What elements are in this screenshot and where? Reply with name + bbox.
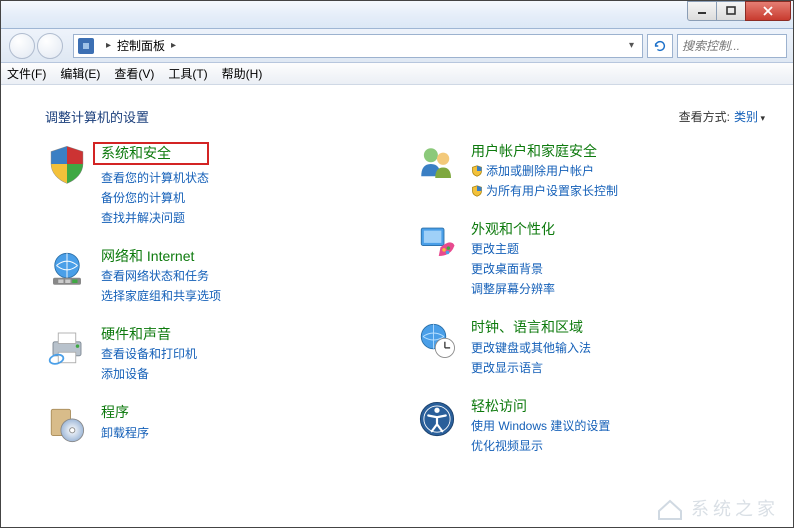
sublink[interactable]: 为所有用户设置家长控制 [471, 182, 618, 200]
link-system-security[interactable]: 系统和安全 [101, 145, 171, 161]
address-dropdown[interactable]: ▾ [625, 40, 638, 51]
sublink[interactable]: 查看网络状态和任务 [101, 267, 221, 285]
link-programs[interactable]: 程序 [101, 403, 149, 421]
search-input[interactable] [682, 39, 794, 53]
column-left: 系统和安全 查看您的计算机状态 备份您的计算机 查找并解决问题 [45, 142, 355, 455]
navigation-toolbar: ▸ 控制面板 ▸ ▾ [1, 29, 793, 63]
view-by-label: 查看方式: [679, 108, 730, 125]
sublink[interactable]: 查看您的计算机状态 [101, 169, 209, 187]
sublink[interactable]: 查看设备和打印机 [101, 345, 197, 363]
link-ease[interactable]: 轻松访问 [471, 397, 610, 415]
sublink[interactable]: 调整屏幕分辨率 [471, 280, 555, 298]
sublink[interactable]: 使用 Windows 建议的设置 [471, 417, 610, 435]
category-system-security: 系统和安全 查看您的计算机状态 备份您的计算机 查找并解决问题 [45, 142, 355, 227]
view-by[interactable]: 查看方式: 类别 [679, 108, 765, 125]
category-programs: 程序 卸载程序 [45, 403, 355, 447]
link-users[interactable]: 用户帐户和家庭安全 [471, 142, 618, 160]
maximize-button[interactable] [716, 1, 746, 21]
disc-box-icon [45, 403, 89, 447]
category-ease: 轻松访问 使用 Windows 建议的设置 优化视频显示 [415, 397, 725, 455]
refresh-button[interactable] [647, 34, 673, 58]
sublink[interactable]: 查找并解决问题 [101, 209, 209, 227]
link-network[interactable]: 网络和 Internet [101, 247, 221, 265]
category-hardware: 硬件和声音 查看设备和打印机 添加设备 [45, 325, 355, 383]
breadcrumb-location[interactable]: 控制面板 [117, 37, 165, 54]
uac-shield-icon [471, 185, 483, 197]
window-titlebar [1, 1, 793, 29]
sublink[interactable]: 选择家庭组和共享选项 [101, 287, 221, 305]
forward-button[interactable] [37, 33, 63, 59]
sublink[interactable]: 优化视频显示 [471, 437, 610, 455]
watermark: 系统之家 [655, 495, 779, 521]
sublink[interactable]: 更改主题 [471, 240, 555, 258]
breadcrumb-separator: ▸ [106, 40, 111, 51]
menu-help[interactable]: 帮助(H) [222, 65, 263, 82]
users-icon [415, 142, 459, 186]
page-title: 调整计算机的设置 [45, 107, 149, 126]
clock-globe-icon [415, 318, 459, 362]
uac-shield-icon [471, 165, 483, 177]
column-right: 用户帐户和家庭安全 添加或删除用户帐户 为所有用户设置家长控制 [415, 142, 725, 455]
printer-icon [45, 325, 89, 369]
link-clock[interactable]: 时钟、语言和区域 [471, 318, 591, 336]
sublink[interactable]: 卸载程序 [101, 424, 149, 442]
sublink[interactable]: 添加设备 [101, 365, 197, 383]
nav-back-forward [7, 32, 69, 60]
sublink[interactable]: 更改显示语言 [471, 359, 591, 377]
page-heading-row: 调整计算机的设置 查看方式: 类别 [45, 107, 765, 126]
globe-network-icon [45, 247, 89, 291]
link-appearance[interactable]: 外观和个性化 [471, 220, 555, 238]
address-bar[interactable]: ▸ 控制面板 ▸ ▾ [73, 34, 643, 58]
back-button[interactable] [9, 33, 35, 59]
highlight-box: 系统和安全 [93, 142, 209, 165]
category-network: 网络和 Internet 查看网络状态和任务 选择家庭组和共享选项 [45, 247, 355, 305]
view-by-value[interactable]: 类别 [734, 108, 765, 125]
breadcrumb-separator[interactable]: ▸ [171, 40, 176, 51]
category-users: 用户帐户和家庭安全 添加或删除用户帐户 为所有用户设置家长控制 [415, 142, 725, 200]
search-box[interactable] [677, 34, 787, 58]
menu-edit[interactable]: 编辑(E) [60, 65, 100, 82]
menu-bar: 文件(F) 编辑(E) 查看(V) 工具(T) 帮助(H) [1, 63, 793, 85]
ease-access-icon [415, 397, 459, 441]
category-appearance: 外观和个性化 更改主题 更改桌面背景 调整屏幕分辨率 [415, 220, 725, 298]
menu-tools[interactable]: 工具(T) [168, 65, 207, 82]
sublink[interactable]: 更改桌面背景 [471, 260, 555, 278]
appearance-icon [415, 220, 459, 264]
category-clock: 时钟、语言和区域 更改键盘或其他输入法 更改显示语言 [415, 318, 725, 376]
category-grid: 系统和安全 查看您的计算机状态 备份您的计算机 查找并解决问题 [45, 142, 765, 455]
sublink[interactable]: 添加或删除用户帐户 [471, 162, 618, 180]
sublink[interactable]: 更改键盘或其他输入法 [471, 339, 591, 357]
content-area: 调整计算机的设置 查看方式: 类别 [1, 85, 793, 527]
menu-file[interactable]: 文件(F) [7, 65, 46, 82]
close-button[interactable] [745, 1, 791, 21]
shield-icon [45, 142, 89, 186]
link-hardware[interactable]: 硬件和声音 [101, 325, 197, 343]
minimize-button[interactable] [687, 1, 717, 21]
sublink[interactable]: 备份您的计算机 [101, 189, 209, 207]
control-panel-icon [78, 38, 94, 54]
menu-view[interactable]: 查看(V) [114, 65, 154, 82]
